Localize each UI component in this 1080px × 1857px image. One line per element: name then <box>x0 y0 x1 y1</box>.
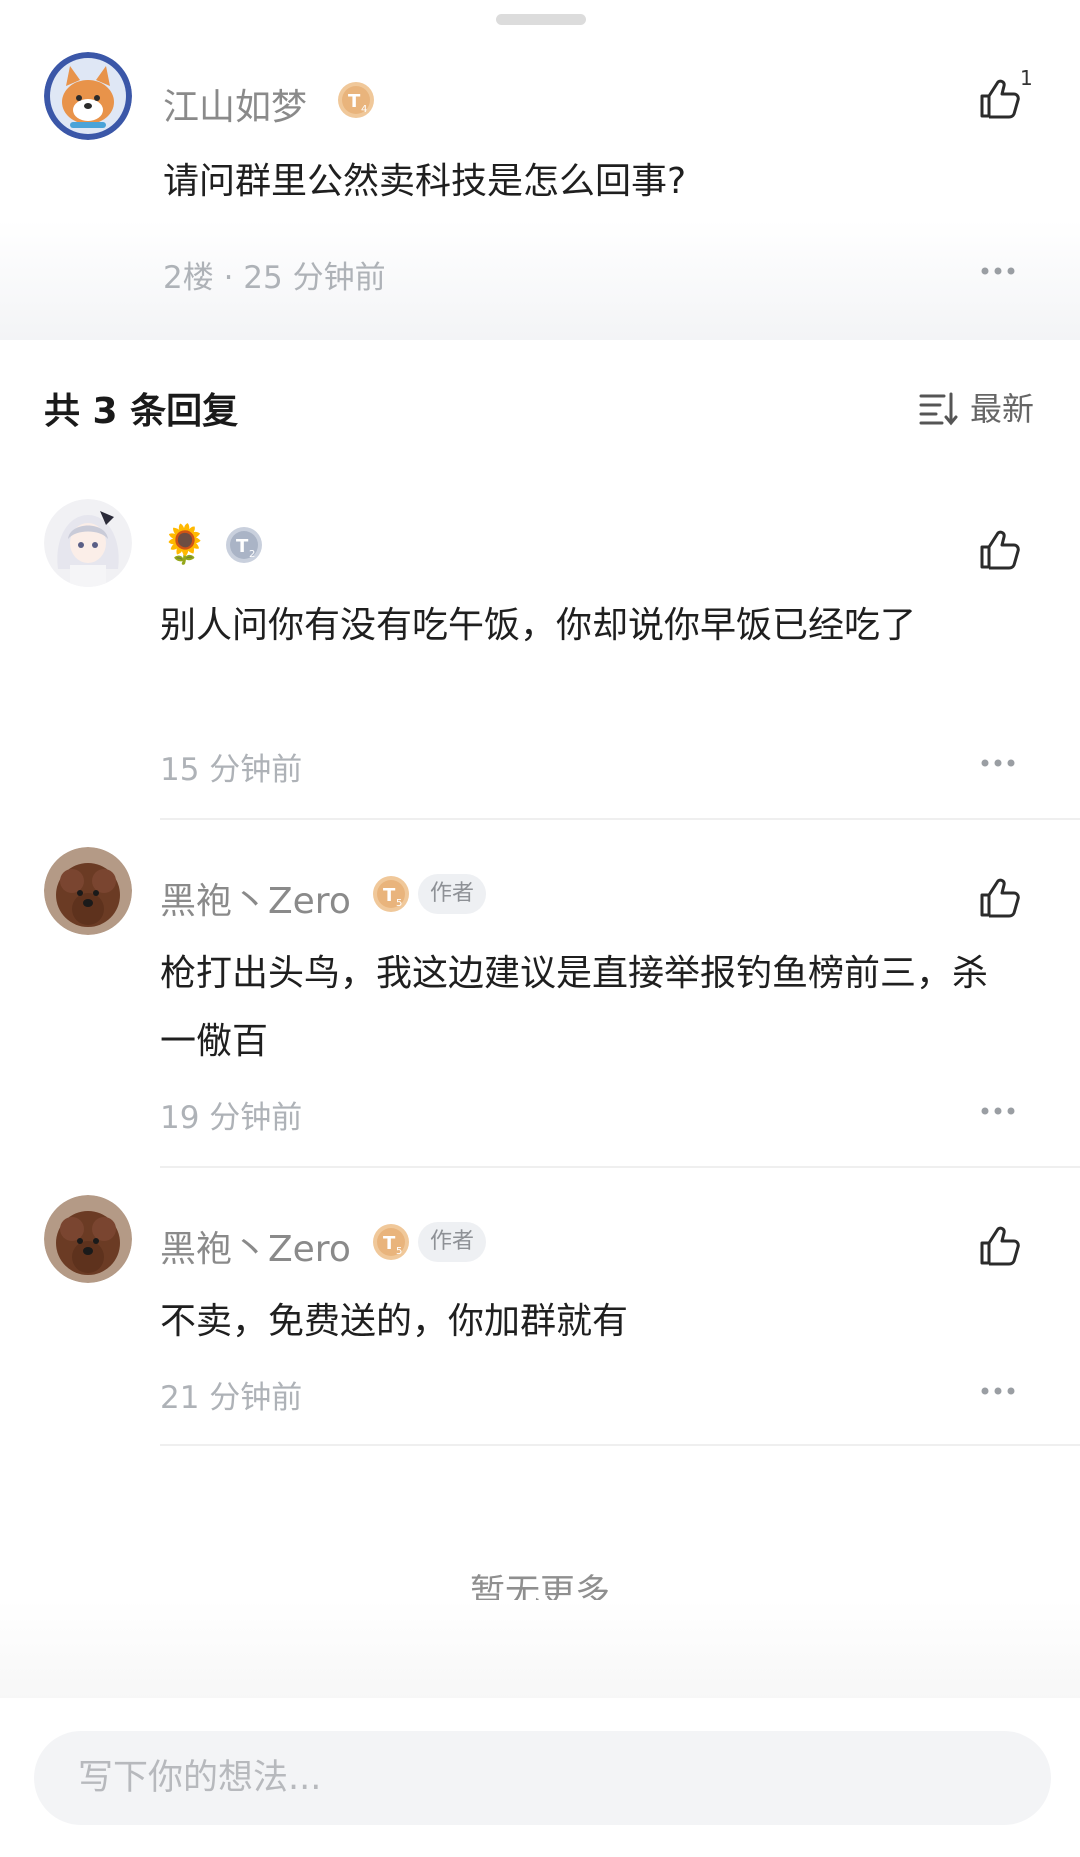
reply-time: 15 分钟前 <box>160 752 303 788</box>
divider <box>160 1166 1080 1168</box>
divider <box>160 1444 1080 1446</box>
sort-latest-button[interactable]: 最新 <box>970 384 1034 430</box>
comment-text: 请问群里公然卖科技是怎么回事? <box>163 161 687 202</box>
svg-text:T: T <box>236 536 249 557</box>
drag-handle[interactable] <box>496 14 586 25</box>
comment-meta: 2楼 · 25 分钟前 <box>163 260 386 296</box>
username[interactable]: 黑袍丶Zero <box>160 1220 351 1272</box>
level-badge-icon: T 4 <box>336 80 376 120</box>
avatar[interactable] <box>44 499 132 587</box>
username[interactable]: 江山如梦 <box>163 78 307 130</box>
like-icon[interactable] <box>976 76 1022 122</box>
level-badge-icon: T 2 <box>224 525 264 565</box>
level-badge-icon: T 5 <box>371 1222 411 1262</box>
svg-text:T: T <box>383 885 396 906</box>
svg-text:2: 2 <box>249 549 255 560</box>
divider <box>160 818 1080 820</box>
svg-text:T: T <box>383 1233 396 1254</box>
reply-text-line2: 一儆百 <box>160 1021 269 1062</box>
more-options-icon[interactable] <box>980 1386 1016 1396</box>
svg-text:4: 4 <box>361 104 367 115</box>
reply-text: 不卖，免费送的，你加群就有 <box>160 1301 629 1342</box>
like-icon[interactable] <box>976 527 1022 573</box>
svg-text:5: 5 <box>396 1246 402 1257</box>
username[interactable]: 黑袍丶Zero <box>160 872 351 924</box>
more-options-icon[interactable] <box>980 1106 1016 1116</box>
main-comment-section: 江山如梦 T 4 1 请问群里公然卖科技是怎么回事? 2楼 · 25 分钟前 <box>0 0 1080 340</box>
author-tag: 作者 <box>418 874 487 914</box>
author-tag: 作者 <box>418 1222 487 1262</box>
reply-time: 21 分钟前 <box>160 1380 303 1416</box>
replies-count-title: 共 3 条回复 <box>44 391 239 432</box>
comment-input[interactable] <box>34 1731 1051 1825</box>
avatar[interactable] <box>44 52 132 140</box>
more-options-icon[interactable] <box>980 266 1016 276</box>
bottom-fade <box>0 1600 1080 1700</box>
more-options-icon[interactable] <box>980 758 1016 768</box>
sunflower-emoji-icon: 🌻 <box>161 522 209 566</box>
sort-icon[interactable] <box>918 388 958 428</box>
reply-text: 别人问你有没有吃午饭，你却说你早饭已经吃了 <box>160 605 917 646</box>
level-badge-icon: T 5 <box>371 874 411 914</box>
reply-time: 19 分钟前 <box>160 1100 303 1136</box>
like-count: 1 <box>1020 66 1033 90</box>
like-icon[interactable] <box>976 875 1022 921</box>
svg-text:T: T <box>348 91 361 112</box>
avatar[interactable] <box>44 1195 132 1283</box>
svg-text:5: 5 <box>396 898 402 909</box>
avatar[interactable] <box>44 847 132 935</box>
reply-text: 枪打出头鸟，我这边建议是直接举报钓鱼榜前三，杀 <box>160 953 989 994</box>
like-icon[interactable] <box>976 1223 1022 1269</box>
